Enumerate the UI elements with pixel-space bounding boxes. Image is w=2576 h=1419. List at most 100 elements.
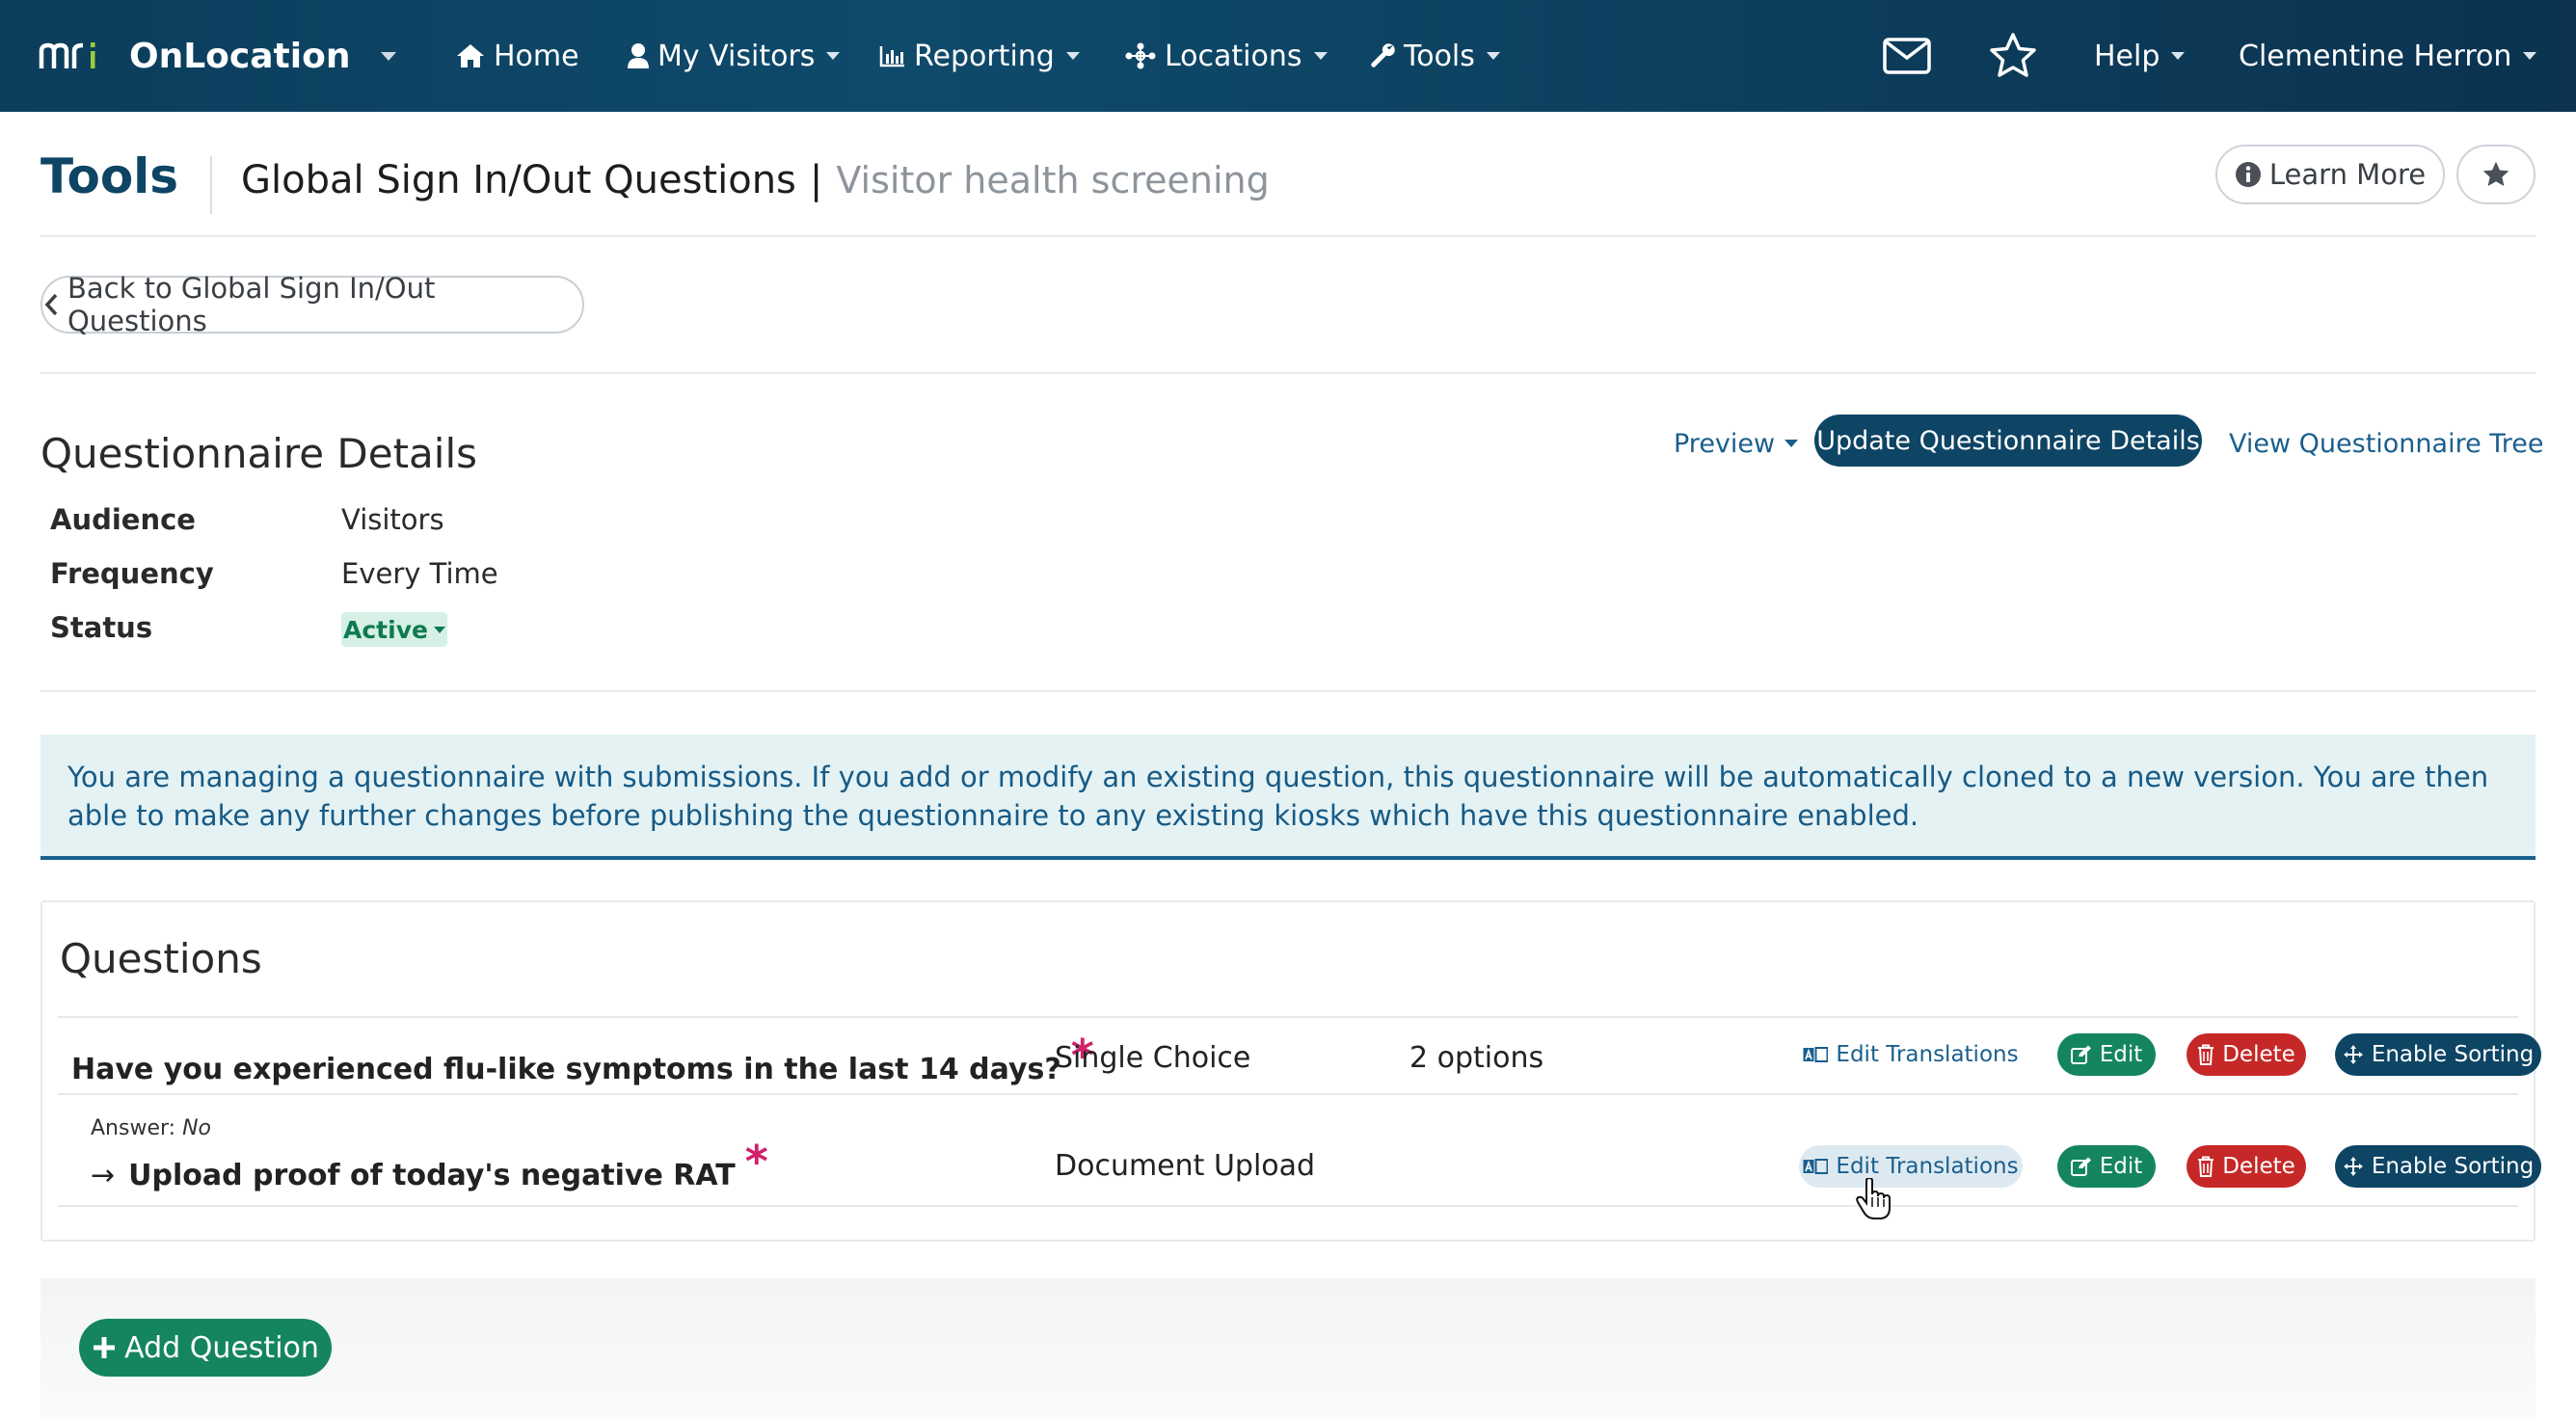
mri-logo: [39, 40, 112, 72]
status-label: Status: [50, 611, 153, 644]
view-questionnaire-tree-link[interactable]: View Questionnaire Tree: [2229, 424, 2544, 463]
enable-sorting-button[interactable]: Enable Sorting: [2335, 1033, 2541, 1076]
child-arrow: →: [91, 1159, 116, 1192]
nav-reporting[interactable]: Reporting: [879, 0, 1080, 112]
add-question-button[interactable]: Add Question: [79, 1319, 332, 1377]
page-title: Global Sign In/Out Questions | Visitor hea…: [241, 158, 1270, 202]
section-title: Tools: [40, 148, 179, 204]
nav-my-visitors-label: My Visitors: [657, 39, 816, 73]
update-questionnaire-details-button[interactable]: Update Questionnaire Details: [1814, 415, 2202, 467]
page-subtitle: Visitor health screening: [836, 159, 1270, 201]
back-button[interactable]: Back to Global Sign In/Out Questions: [40, 272, 584, 337]
app-switcher-caret-icon[interactable]: [381, 52, 396, 61]
bar-chart-icon: [879, 44, 906, 67]
title-separator: |: [809, 158, 823, 202]
edit-icon: [2070, 1045, 2092, 1064]
chevron-down-icon: [1784, 440, 1799, 447]
edit-translations-label: Edit Translations: [1836, 1042, 2019, 1067]
frequency-value: Every Time: [341, 557, 498, 590]
back-button-label: Back to Global Sign In/Out Questions: [67, 272, 436, 337]
plus-icon: [94, 1337, 116, 1358]
favorite-page-button[interactable]: [2456, 145, 2536, 204]
answer-prefix: Answer:: [91, 1116, 176, 1140]
update-label: Update Questionnaire Details: [1816, 425, 2200, 456]
question-text: Have you experienced flu-like symptoms i…: [71, 1030, 1094, 1089]
header-divider: [210, 156, 212, 214]
question-text: → Upload proof of today's negative RAT *: [91, 1136, 768, 1195]
divider: [58, 1205, 2518, 1207]
delete-button[interactable]: Delete: [2187, 1145, 2306, 1188]
hand-cursor-icon: [1856, 1178, 1891, 1219]
info-alert: You are managing a questionnaire with su…: [40, 735, 2536, 860]
translate-icon: [1803, 1047, 1829, 1062]
move-arrows-icon: [2343, 1044, 2364, 1065]
brand-logo[interactable]: OnLocation: [39, 0, 350, 112]
nav-tools[interactable]: Tools: [1369, 0, 1500, 112]
divider: [40, 235, 2536, 237]
question-label: Have you experienced flu-like symptoms i…: [71, 1053, 1061, 1086]
learn-more-label: Learn More: [2268, 158, 2427, 191]
status-badge[interactable]: Active: [341, 612, 447, 647]
user-menu[interactable]: Clementine Herron: [2239, 0, 2537, 112]
nav-home[interactable]: Home: [455, 0, 579, 112]
status-value: Active: [343, 615, 428, 644]
top-navbar: OnLocation Home My Visitors Reporting Lo…: [0, 0, 2576, 112]
edit-translations-button[interactable]: Edit Translations: [1799, 1033, 2023, 1076]
edit-button[interactable]: Edit: [2057, 1145, 2156, 1188]
nav-help[interactable]: Help: [2094, 0, 2186, 112]
chevron-down-icon: [1486, 52, 1500, 60]
nav-locations[interactable]: Locations: [1124, 0, 1328, 112]
nav-locations-label: Locations: [1165, 39, 1302, 73]
question-label: Upload proof of today's negative RAT: [128, 1159, 736, 1192]
mri-logo-mark: [39, 42, 95, 68]
footer-panel: Add Question: [40, 1278, 2536, 1419]
messages-button[interactable]: [1878, 29, 1936, 83]
enable-sorting-label: Enable Sorting: [2371, 1154, 2535, 1179]
edit-label: Edit: [2099, 1154, 2143, 1179]
info-alert-text: You are managing a questionnaire with su…: [67, 761, 2489, 832]
preview-label: Preview: [1674, 428, 1776, 459]
user-icon: [627, 42, 650, 69]
frequency-label: Frequency: [50, 557, 214, 590]
preview-dropdown[interactable]: Preview: [1674, 424, 1799, 463]
page-header: Tools Global Sign In/Out Questions | Visit…: [40, 145, 2536, 237]
trash-icon: [2197, 1156, 2214, 1177]
divider: [40, 690, 2536, 692]
nav-my-visitors[interactable]: My Visitors: [627, 0, 841, 112]
move-arrows-icon: [2343, 1156, 2364, 1177]
network-icon: [1124, 42, 1157, 69]
learn-more-button[interactable]: Learn More: [2215, 145, 2445, 204]
edit-translations-label: Edit Translations: [1836, 1154, 2019, 1179]
translate-icon: [1803, 1159, 1829, 1174]
delete-button[interactable]: Delete: [2187, 1033, 2306, 1076]
trash-icon: [2197, 1044, 2214, 1065]
audience-value: Visitors: [341, 503, 444, 536]
questionnaire-details-title: Questionnaire Details: [40, 430, 478, 477]
tree-label: View Questionnaire Tree: [2229, 428, 2544, 459]
enable-sorting-label: Enable Sorting: [2371, 1042, 2535, 1067]
user-name: Clementine Herron: [2239, 39, 2512, 73]
answer-value: No: [182, 1116, 211, 1140]
question-row: Have you experienced flu-like symptoms i…: [58, 1016, 2541, 1093]
edit-label: Edit: [2099, 1042, 2143, 1067]
questions-card: Questions Have you experienced flu-like …: [40, 900, 2541, 1242]
question-type: Single Choice: [1055, 1041, 1251, 1075]
divider: [40, 372, 2536, 374]
page-title-text: Global Sign In/Out Questions: [241, 158, 796, 202]
edit-button[interactable]: Edit: [2057, 1033, 2156, 1076]
questions-title: Questions: [60, 935, 262, 982]
edit-icon: [2070, 1157, 2092, 1176]
chevron-down-icon: [1065, 52, 1080, 60]
info-icon: [2235, 162, 2261, 187]
enable-sorting-button[interactable]: Enable Sorting: [2335, 1145, 2541, 1188]
wrench-icon: [1369, 42, 1396, 69]
chevron-down-icon: [826, 52, 841, 60]
audience-label: Audience: [50, 503, 196, 536]
add-question-label: Add Question: [124, 1330, 319, 1365]
star-outline-icon: [1990, 33, 2036, 77]
star-icon: [2482, 161, 2509, 186]
chevron-down-icon: [2523, 52, 2537, 60]
edit-translations-button[interactable]: Edit Translations: [1799, 1145, 2023, 1188]
favorites-button[interactable]: [1984, 29, 2042, 83]
question-options-count: 2 options: [1409, 1041, 1544, 1075]
